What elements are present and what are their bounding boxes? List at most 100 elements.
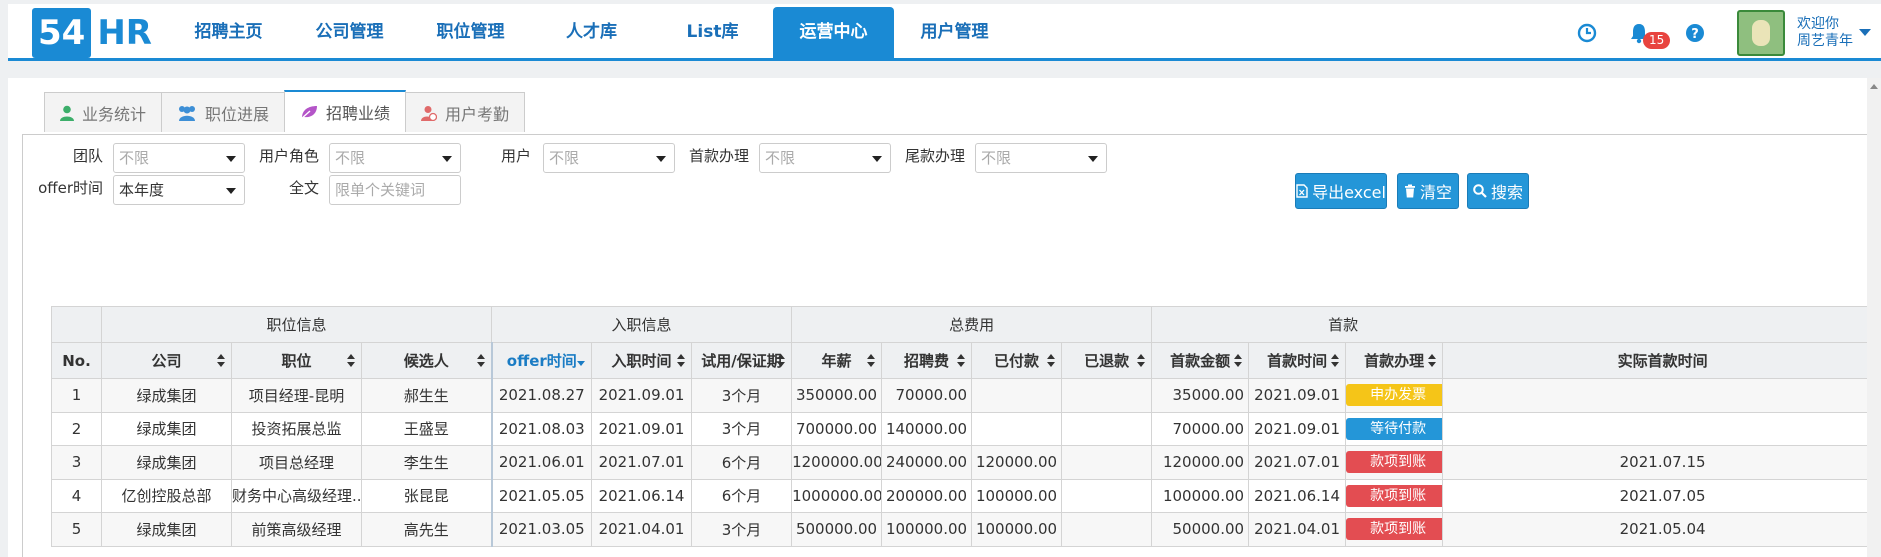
user-icon — [60, 105, 74, 121]
search-icon — [1473, 184, 1487, 198]
status-badge[interactable]: 等待付款 — [1346, 417, 1442, 440]
main-panel: 业务统计 职位进展 招聘业绩 用户考勤 团队 不限 用户角色 不限 用户 不限 … — [8, 78, 1881, 557]
header-col-offer-time[interactable]: offer时间 — [490, 342, 593, 379]
sort-icon[interactable] — [476, 354, 485, 368]
tab-position-progress[interactable]: 职位进展 — [161, 92, 286, 132]
header-label: No. — [62, 351, 91, 370]
chevron-down-icon[interactable] — [1859, 29, 1871, 36]
search-button[interactable]: 搜索 — [1467, 173, 1529, 209]
cell-salary: 1200000.00 — [791, 445, 883, 480]
header-col-trial[interactable]: 试用/保证期 — [691, 342, 793, 379]
header-col-salary[interactable]: 年薪 — [791, 342, 883, 379]
sort-icon[interactable] — [1137, 354, 1146, 368]
scroll-up-icon[interactable] — [1870, 84, 1878, 89]
header-col-position[interactable]: 职位 — [231, 342, 362, 379]
table-row[interactable]: 4 亿创控股总部 财务中心高级经理... 张昆昆 2021.05.05 2021.06.1… — [51, 478, 1881, 513]
cell-text: 700000.00 — [795, 419, 878, 438]
status-badge[interactable]: 款项到账 — [1346, 484, 1442, 507]
nav-item-company[interactable]: 公司管理 — [289, 4, 410, 61]
header-col-first-time[interactable]: 首款时间 — [1248, 342, 1347, 379]
clear-button[interactable]: 清空 — [1397, 173, 1459, 209]
sort-icon[interactable] — [867, 354, 876, 368]
tab-recruit-performance[interactable]: 招聘业绩 — [284, 90, 407, 132]
status-badge[interactable]: 款项到账 — [1346, 451, 1442, 474]
clock-icon[interactable] — [1577, 23, 1597, 43]
header-col-first-amount[interactable]: 首款金额 — [1151, 342, 1250, 379]
nav-item-recruit-home[interactable]: 招聘主页 — [168, 4, 289, 61]
header-col-company[interactable]: 公司 — [101, 342, 232, 379]
cell-text: 2021.09.01 — [1254, 386, 1341, 405]
cell-text: 2021.09.01 — [598, 419, 685, 438]
cell-paid: 120000.00 — [971, 445, 1063, 480]
nav-item-position[interactable]: 职位管理 — [410, 4, 531, 61]
cell-text: 2021.07.01 — [598, 453, 685, 472]
header-col-paid[interactable]: 已付款 — [971, 342, 1063, 379]
header-col-candidate[interactable]: 候选人 — [360, 342, 493, 379]
cell-trial: 3个月 — [691, 378, 793, 413]
status-badge[interactable]: 申办发票 — [1346, 384, 1442, 407]
user-label: 用户 — [500, 147, 531, 165]
cell-text: 5 — [71, 520, 82, 539]
sort-icon[interactable] — [217, 354, 225, 368]
cell-position: 前策高级经理 — [231, 512, 362, 547]
group-header: 首款 — [1151, 306, 1881, 343]
team-select[interactable]: 不限 — [113, 143, 245, 173]
table-row[interactable]: 1 绿成集团 项目经理-昆明 郝生生 2021.08.27 2021.09.01 3个月 35… — [51, 378, 1881, 413]
cell-fee: 100000.00 — [881, 512, 973, 547]
cell-text: 100000.00 — [1162, 486, 1245, 505]
cell-text: 项目总经理 — [258, 453, 334, 472]
nav-item-list[interactable]: List库 — [652, 4, 773, 61]
role-select[interactable]: 不限 — [329, 143, 461, 173]
logo-number: 54 — [32, 8, 92, 58]
tab-user-attendance[interactable]: 用户考勤 — [405, 92, 526, 132]
fulltext-input[interactable] — [329, 175, 461, 205]
cell-text: 2021.07.15 — [1619, 453, 1706, 472]
export-excel-button[interactable]: 导出excel — [1295, 173, 1387, 209]
welcome-text[interactable]: 欢迎你 周艺青年 — [1797, 16, 1853, 50]
table-row[interactable]: 3 绿成集团 项目总经理 李生生 2021.06.01 2021.07.01 6个月 1200… — [51, 445, 1881, 480]
sort-icon[interactable] — [1331, 354, 1340, 368]
user-select[interactable]: 不限 — [543, 143, 675, 173]
final-payment-select[interactable]: 不限 — [975, 143, 1107, 173]
sort-icon[interactable] — [1047, 354, 1056, 368]
cell-trial: 3个月 — [691, 512, 793, 547]
header-col-entry-time[interactable]: 入职时间 — [591, 342, 693, 379]
cell-text: 6个月 — [721, 453, 762, 472]
table-row[interactable]: 2 绿成集团 投资拓展总监 王盛昱 2021.08.03 2021.09.01 3个月 700… — [51, 411, 1881, 446]
table-row[interactable]: 5 绿成集团 前策高级经理 高先生 2021.03.05 2021.04.01 3个月 500… — [51, 512, 1881, 547]
cell-position: 项目总经理 — [231, 445, 362, 480]
sort-icon[interactable] — [347, 354, 355, 368]
vertical-scrollbar[interactable] — [1867, 78, 1881, 557]
cell-text: 2021.09.01 — [1254, 419, 1341, 438]
header-col-actual-first-time[interactable]: 实际首款时间 — [1442, 342, 1881, 379]
nav-item-talent[interactable]: 人才库 — [531, 4, 652, 61]
header-label: 首款办理 — [1364, 352, 1425, 370]
status-badge[interactable]: 款项到账 — [1346, 518, 1442, 541]
bell-icon[interactable]: 15 — [1629, 22, 1671, 49]
sort-icon[interactable] — [957, 354, 966, 368]
sort-icon[interactable] — [777, 354, 786, 368]
first-payment-select[interactable]: 不限 — [759, 143, 891, 173]
avatar[interactable] — [1737, 9, 1785, 56]
header-col-refund[interactable]: 已退款 — [1061, 342, 1153, 379]
header-col-fee[interactable]: 招聘费 — [881, 342, 973, 379]
cell-entry: 2021.06.14 — [591, 478, 693, 513]
nav-item-users[interactable]: 用户管理 — [894, 4, 1015, 61]
logo[interactable]: 54 HR — [32, 8, 152, 58]
cell-text: 3个月 — [721, 520, 762, 539]
cell-entry: 2021.04.01 — [591, 512, 693, 547]
header-col-first-status[interactable]: 首款办理 — [1345, 342, 1444, 379]
sort-desc-icon[interactable] — [577, 354, 586, 368]
final-payment-label: 尾款办理 — [904, 147, 965, 165]
sort-icon[interactable] — [677, 354, 686, 368]
tab-business-stats[interactable]: 业务统计 — [44, 92, 163, 132]
welcome-line1: 欢迎你 — [1797, 15, 1839, 32]
nav-item-operations[interactable]: 运营中心 — [773, 7, 894, 61]
help-icon[interactable]: ? — [1685, 23, 1705, 43]
cell-salary: 500000.00 — [791, 512, 883, 547]
cell-text: 李生生 — [403, 453, 449, 472]
cell-text: 2021.05.04 — [1619, 520, 1706, 539]
sort-icon[interactable] — [1234, 354, 1243, 368]
offer-time-select[interactable]: 本年度 — [113, 175, 245, 205]
sort-icon[interactable] — [1428, 354, 1437, 368]
